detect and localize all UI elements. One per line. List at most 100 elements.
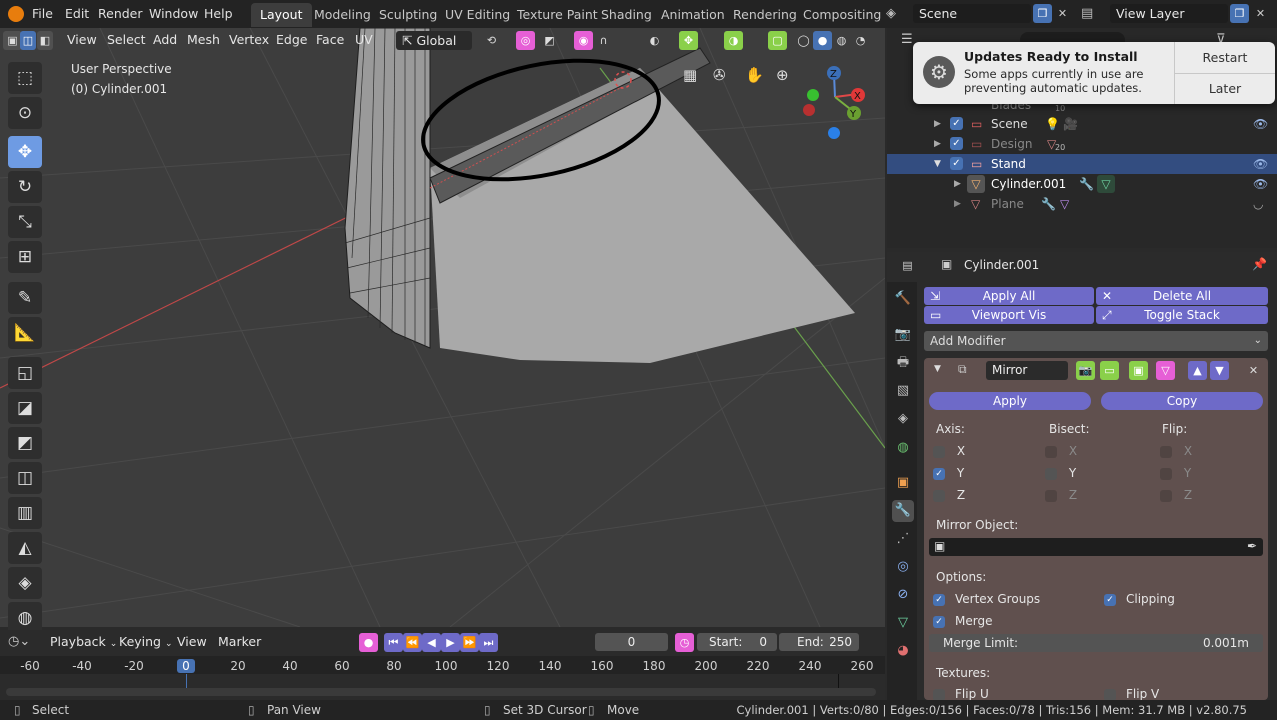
new-scene-icon[interactable]: ❐ xyxy=(1033,4,1052,23)
current-frame-field[interactable]: 0 xyxy=(595,633,668,651)
later-button[interactable]: Later xyxy=(1175,74,1275,104)
view-layer-icon[interactable]: ▤ xyxy=(1081,6,1093,21)
expand-arrow-icon[interactable]: ▶ xyxy=(934,134,941,154)
flip-x-checkbox[interactable]: X xyxy=(1160,444,1192,458)
scene-tab-icon[interactable]: ◈ xyxy=(892,408,914,430)
material-tab-icon[interactable]: ◕ xyxy=(892,640,914,662)
menu-render[interactable]: Render xyxy=(98,0,143,28)
render-tab-icon[interactable]: 📷 xyxy=(892,324,914,346)
tool-tab-icon[interactable]: 🔨 xyxy=(892,288,914,310)
outliner-row-plane[interactable]: ▶ ▽ Plane 🔧 ▽ ◡ xyxy=(887,194,1277,214)
timeline-editor-type-icon[interactable]: ◷⌄ xyxy=(8,634,30,649)
scene-selector[interactable]: Scene xyxy=(913,4,1031,23)
viewport-menu-select[interactable]: Select xyxy=(107,28,146,52)
delete-view-layer-icon[interactable]: ✕ xyxy=(1251,4,1270,23)
preview-range-icon[interactable]: ◷ xyxy=(675,633,694,652)
proportional-edit-icon[interactable]: ◉ xyxy=(574,31,593,50)
flip-y-checkbox[interactable]: Y xyxy=(1160,466,1191,480)
expand-arrow-icon[interactable]: ▼ xyxy=(934,154,941,174)
viewport-menu-view[interactable]: View xyxy=(67,28,97,52)
pin-icon[interactable]: 📌 xyxy=(1252,257,1267,271)
outliner-row-design[interactable]: ▶ ✓ ▭ Design ▽ 20 xyxy=(887,134,1277,154)
object-tab-icon[interactable]: ▣ xyxy=(892,472,914,494)
expand-arrow-icon[interactable]: ▶ xyxy=(934,114,941,134)
axis-z-checkbox[interactable]: Z xyxy=(933,488,965,502)
inset-tool-icon[interactable]: ◩ xyxy=(8,427,42,459)
viewport-menu-edge[interactable]: Edge xyxy=(276,28,307,52)
bisect-y-checkbox[interactable]: Y xyxy=(1045,466,1076,480)
shading-wireframe-icon[interactable]: ◯ xyxy=(794,31,813,50)
tab-uv-editing[interactable]: UV Editing xyxy=(436,3,519,27)
tab-sculpting[interactable]: Sculpting xyxy=(370,3,446,27)
outliner-row-scene[interactable]: ▶ ✓ ▭ Scene 💡 🎥 👁 xyxy=(887,114,1277,134)
blender-logo-icon[interactable] xyxy=(8,6,24,22)
flip-v-checkbox[interactable]: Flip V xyxy=(1104,687,1159,700)
outliner-row-cylinder[interactable]: ▶ ▽ Cylinder.001 🔧 ▽ 👁 xyxy=(887,174,1277,194)
jump-keyframe-back-icon[interactable]: ⏪ xyxy=(403,633,422,652)
auto-keying-icon[interactable]: ● xyxy=(359,633,378,652)
toggle-stack-button[interactable]: ⤢ Toggle Stack xyxy=(1096,306,1268,324)
new-view-layer-icon[interactable]: ❐ xyxy=(1230,4,1249,23)
render-toggle-icon[interactable]: 📷 xyxy=(1076,361,1095,380)
jump-keyframe-forward-icon[interactable]: ⏩ xyxy=(460,633,479,652)
extrude-tool-icon[interactable]: ◪ xyxy=(8,392,42,424)
include-checkbox[interactable]: ✓ xyxy=(950,137,963,150)
add-cube-tool-icon[interactable]: ◱ xyxy=(8,357,42,389)
timeline-menu-playback[interactable]: Playback ⌄ xyxy=(50,630,117,654)
add-modifier-dropdown[interactable]: Add Modifier ⌄ xyxy=(924,331,1268,351)
viewport-menu-add[interactable]: Add xyxy=(153,28,177,52)
mirror-object-field[interactable]: ▣ ✒ xyxy=(929,538,1263,556)
viewport-menu-mesh[interactable]: Mesh xyxy=(187,28,220,52)
jump-start-icon[interactable]: ⏮ xyxy=(384,633,403,652)
3d-viewport[interactable] xyxy=(0,28,885,627)
modifier-copy-button[interactable]: Copy xyxy=(1101,392,1263,410)
jump-end-icon[interactable]: ⏭ xyxy=(479,633,498,652)
timeline-menu-keying[interactable]: Keying ⌄ xyxy=(119,630,173,654)
outliner-display-icon[interactable]: ☰ xyxy=(901,32,913,47)
cage-toggle-icon[interactable]: ▽ xyxy=(1156,361,1175,380)
data-tab-icon[interactable]: ▽ xyxy=(892,612,914,634)
editmode-toggle-icon[interactable]: ▣ xyxy=(1129,361,1148,380)
knife-tool-icon[interactable]: ◭ xyxy=(8,532,42,564)
modifier-name-field[interactable]: Mirror xyxy=(986,361,1068,380)
select-box-icon[interactable]: ⬚ xyxy=(8,62,42,94)
expand-arrow-icon[interactable]: ▶ xyxy=(954,194,961,214)
menu-window[interactable]: Window xyxy=(149,0,198,28)
apply-all-button[interactable]: ⇲ Apply All xyxy=(924,287,1094,305)
move-tool-icon[interactable]: ✥ xyxy=(8,136,42,168)
rotate-tool-icon[interactable]: ↻ xyxy=(8,171,42,203)
output-tab-icon[interactable]: 🖶 xyxy=(892,352,914,374)
include-checkbox[interactable]: ✓ xyxy=(950,117,963,130)
tab-layout[interactable]: Layout xyxy=(251,3,312,27)
cursor-tool-icon[interactable]: ⊙ xyxy=(8,97,42,129)
pan-hand-icon[interactable]: ✋ xyxy=(745,66,765,86)
pivot-icon[interactable]: ⟲ xyxy=(482,31,501,50)
poly-build-tool-icon[interactable]: ◈ xyxy=(8,567,42,599)
shading-material-icon[interactable]: ◍ xyxy=(832,31,851,50)
particles-tab-icon[interactable]: ⋰ xyxy=(892,528,914,550)
gizmo-toggle-icon[interactable]: ✥ xyxy=(679,31,698,50)
viewport-toggle-icon[interactable]: ▭ xyxy=(1100,361,1119,380)
expand-arrow-icon[interactable]: ▶ xyxy=(954,174,961,194)
vertex-groups-checkbox[interactable]: ✓ Vertex Groups xyxy=(933,592,1040,606)
merge-checkbox[interactable]: ✓ Merge xyxy=(933,614,992,628)
eye-icon[interactable]: 👁 xyxy=(1253,114,1268,134)
world-tab-icon[interactable]: ◍ xyxy=(892,437,914,459)
timeline-menu-marker[interactable]: Marker xyxy=(218,630,261,654)
menu-edit[interactable]: Edit xyxy=(65,0,89,28)
shading-rendered-icon[interactable]: ◔ xyxy=(851,31,870,50)
include-checkbox[interactable]: ✓ xyxy=(950,157,963,170)
viewport-menu-face[interactable]: Face xyxy=(316,28,344,52)
visibility-icon[interactable]: ◐ xyxy=(645,31,664,50)
timeline-scrollbar[interactable] xyxy=(6,688,876,696)
timeline-menu-view[interactable]: View xyxy=(177,630,207,654)
eyedropper-icon[interactable]: ✒ xyxy=(1247,539,1257,553)
bisect-z-checkbox[interactable]: Z xyxy=(1045,488,1077,502)
merge-limit-field[interactable]: Merge Limit: 0.001m xyxy=(929,634,1263,652)
select-mode-edge-icon[interactable]: ◧ xyxy=(37,31,53,50)
physics-tab-icon[interactable]: ◎ xyxy=(892,556,914,578)
eye-icon[interactable]: 👁 xyxy=(1253,154,1268,174)
bevel-tool-icon[interactable]: ◫ xyxy=(8,462,42,494)
measure-tool-icon[interactable]: 📐 xyxy=(8,317,42,349)
flip-u-checkbox[interactable]: Flip U xyxy=(933,687,989,700)
